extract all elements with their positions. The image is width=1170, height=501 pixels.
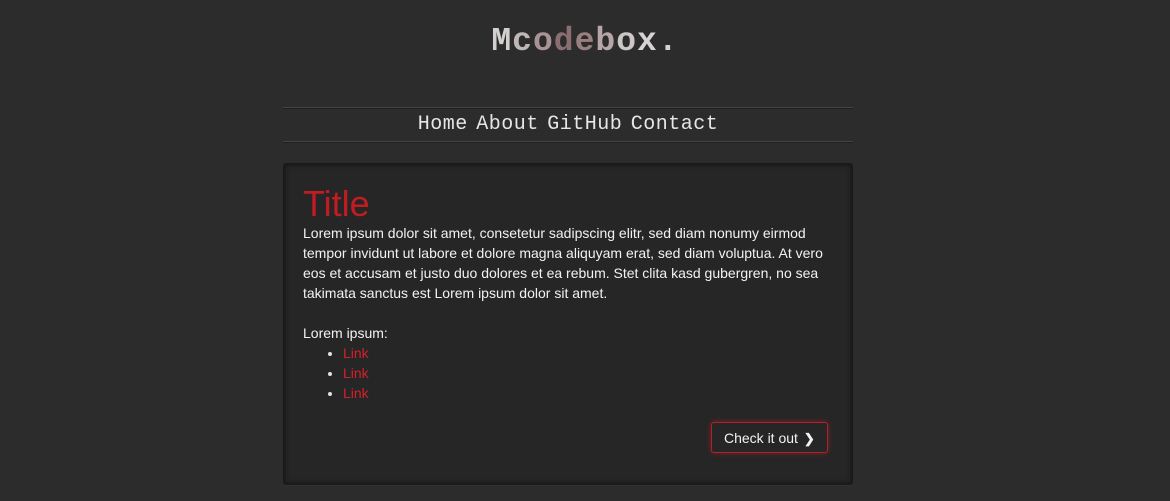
logo-letter: c bbox=[512, 23, 533, 60]
list-link-2[interactable]: Link bbox=[343, 365, 369, 381]
check-it-out-button[interactable]: Check it out ❯ bbox=[711, 422, 828, 453]
main-nav: Home About GitHub Contact bbox=[283, 107, 853, 142]
logo-letter: x bbox=[637, 23, 658, 60]
list-item: Link bbox=[343, 383, 369, 403]
chevron-right-icon: ❯ bbox=[803, 431, 815, 446]
panel-title: Title bbox=[303, 183, 370, 224]
site-logo[interactable]: Mcodebox. bbox=[0, 20, 1170, 64]
logo-letter: e bbox=[574, 23, 596, 60]
list-link-1[interactable]: Link bbox=[343, 345, 369, 361]
panel-body-text: Lorem ipsum dolor sit amet, consetetur s… bbox=[303, 225, 823, 301]
link-list: Link Link Link bbox=[324, 343, 369, 403]
nav-github-link[interactable]: GitHub bbox=[547, 113, 622, 136]
list-link-3[interactable]: Link bbox=[343, 385, 369, 401]
nav-home-link[interactable]: Home bbox=[418, 113, 468, 136]
logo-letter: . bbox=[657, 23, 679, 60]
logo-letter: o bbox=[616, 23, 638, 60]
logo-letter: o bbox=[532, 23, 554, 60]
list-item: Link bbox=[343, 363, 369, 383]
nav-about-link[interactable]: About bbox=[476, 113, 539, 136]
list-label: Lorem ipsum: bbox=[303, 325, 388, 341]
logo-letter: d bbox=[553, 23, 575, 60]
list-item: Link bbox=[343, 343, 369, 363]
check-it-out-label: Check it out bbox=[724, 430, 798, 446]
logo-letter: b bbox=[595, 23, 617, 60]
logo-letter: M bbox=[491, 23, 513, 60]
nav-contact-link[interactable]: Contact bbox=[631, 113, 719, 136]
content-panel: Title Lorem ipsum dolor sit amet, conset… bbox=[283, 163, 853, 485]
